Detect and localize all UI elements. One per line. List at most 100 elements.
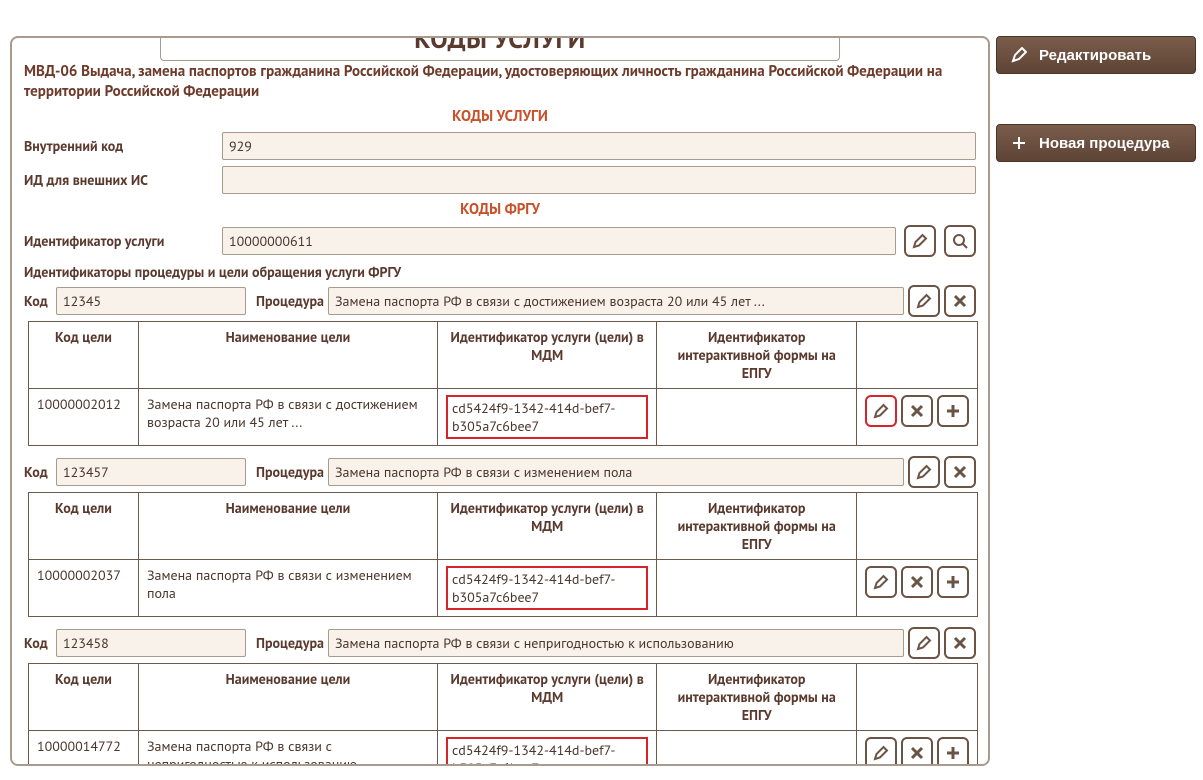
goal-edit-button[interactable] bbox=[865, 737, 897, 767]
close-icon bbox=[909, 403, 925, 419]
proc-delete-button[interactable] bbox=[944, 285, 976, 317]
service-codes-panel: КОДЫ УСЛУГИ МВД-06 Выдача, замена паспор… bbox=[10, 36, 990, 766]
goal-add-button[interactable] bbox=[937, 566, 969, 598]
section-codes-header: КОДЫ УСЛУГИ bbox=[24, 107, 976, 126]
proc-name-label: Процедура bbox=[256, 463, 324, 481]
proc-code-label: Код bbox=[24, 463, 52, 481]
th-actions bbox=[856, 321, 977, 388]
search-icon bbox=[952, 233, 968, 249]
proc-code-field[interactable]: 123457 bbox=[56, 458, 246, 486]
pencil-icon bbox=[916, 635, 932, 651]
proc-code-field[interactable]: 123458 bbox=[56, 629, 246, 657]
plus-icon bbox=[1009, 133, 1029, 153]
frgu-procedures-label: Идентификаторы процедуры и цели обращени… bbox=[24, 263, 976, 281]
goal-delete-button[interactable] bbox=[901, 737, 933, 767]
cell-mdm: cd5424f9-1342-414d-bef7-b305a7c6bee7 bbox=[437, 730, 656, 766]
cell-goal-name: Замена паспорта РФ в связи с изменением … bbox=[138, 559, 437, 616]
mdm-highlight: cd5424f9-1342-414d-bef7-b305a7c6bee7 bbox=[446, 566, 648, 610]
new-procedure-button-label: Новая процедура bbox=[1039, 135, 1170, 152]
proc-name-label: Процедура bbox=[256, 634, 324, 652]
th-mdm: Идентификатор услуги (цели) в МДМ bbox=[437, 663, 656, 730]
close-icon bbox=[909, 745, 925, 761]
pencil-icon bbox=[916, 464, 932, 480]
new-procedure-button[interactable]: Новая процедура bbox=[996, 124, 1196, 162]
th-actions bbox=[856, 663, 977, 730]
close-icon bbox=[952, 464, 968, 480]
cell-epgu bbox=[657, 559, 857, 616]
cell-epgu bbox=[657, 388, 857, 445]
th-mdm: Идентификатор услуги (цели) в МДМ bbox=[437, 492, 656, 559]
pencil-icon bbox=[1009, 45, 1029, 65]
goal-edit-button[interactable] bbox=[865, 395, 897, 427]
proc-edit-button[interactable] bbox=[908, 627, 940, 659]
proc-name-field[interactable]: Замена паспорта РФ в связи с изменением … bbox=[328, 458, 904, 486]
close-icon bbox=[952, 635, 968, 651]
service-id-field[interactable]: 10000000611 bbox=[222, 227, 896, 255]
external-id-label: ИД для внешних ИС bbox=[24, 171, 214, 189]
service-subtitle: МВД-06 Выдача, замена паспортов граждани… bbox=[24, 62, 976, 103]
procedure-block: Код 12345 Процедура Замена паспорта РФ в… bbox=[24, 285, 976, 446]
proc-delete-button[interactable] bbox=[944, 456, 976, 488]
goals-table: Код цели Наименование цели Идентификатор… bbox=[28, 663, 978, 767]
table-row: 10000014772 Замена паспорта РФ в связи с… bbox=[29, 730, 978, 766]
th-goal-name: Наименование цели bbox=[138, 321, 437, 388]
pencil-icon bbox=[873, 745, 889, 761]
cell-goal-name: Замена паспорта РФ в связи с достижением… bbox=[138, 388, 437, 445]
table-row: 10000002012 Замена паспорта РФ в связи с… bbox=[29, 388, 978, 445]
cell-goal-code: 10000002012 bbox=[29, 388, 139, 445]
mdm-highlight: cd5424f9-1342-414d-bef7-b305a7c6bee7 bbox=[446, 395, 648, 439]
procedure-block: Код 123457 Процедура Замена паспорта РФ … bbox=[24, 456, 976, 617]
proc-name-field[interactable]: Замена паспорта РФ в связи с достижением… bbox=[328, 287, 904, 315]
plus-icon bbox=[945, 403, 961, 419]
proc-delete-button[interactable] bbox=[944, 627, 976, 659]
proc-code-field[interactable]: 12345 bbox=[56, 287, 246, 315]
goal-delete-button[interactable] bbox=[901, 395, 933, 427]
th-goal-code: Код цели bbox=[29, 663, 139, 730]
internal-code-field[interactable]: 929 bbox=[222, 132, 976, 160]
plus-icon bbox=[945, 745, 961, 761]
cell-mdm: cd5424f9-1342-414d-bef7-b305a7c6bee7 bbox=[437, 388, 656, 445]
th-goal-code: Код цели bbox=[29, 492, 139, 559]
proc-edit-button[interactable] bbox=[908, 285, 940, 317]
cell-goal-code: 10000002037 bbox=[29, 559, 139, 616]
th-epgu: Идентификатор интерактивной формы на ЕПГ… bbox=[657, 492, 857, 559]
proc-name-field[interactable]: Замена паспорта РФ в связи с непригоднос… bbox=[328, 629, 904, 657]
service-id-edit-button[interactable] bbox=[904, 225, 936, 257]
cell-actions bbox=[856, 559, 977, 616]
th-epgu: Идентификатор интерактивной формы на ЕПГ… bbox=[657, 321, 857, 388]
section-frgu-header: КОДЫ ФРГУ bbox=[24, 200, 976, 219]
pencil-icon bbox=[873, 574, 889, 590]
mdm-highlight: cd5424f9-1342-414d-bef7-b305a7c6bee7 bbox=[446, 737, 648, 767]
cell-epgu bbox=[657, 730, 857, 766]
cell-mdm: cd5424f9-1342-414d-bef7-b305a7c6bee7 bbox=[437, 559, 656, 616]
internal-code-label: Внутренний код bbox=[24, 137, 214, 155]
goal-edit-button[interactable] bbox=[865, 566, 897, 598]
proc-name-label: Процедура bbox=[256, 292, 324, 310]
close-icon bbox=[909, 574, 925, 590]
pencil-icon bbox=[916, 293, 932, 309]
proc-edit-button[interactable] bbox=[908, 456, 940, 488]
service-id-search-button[interactable] bbox=[944, 225, 976, 257]
procedure-block: Код 123458 Процедура Замена паспорта РФ … bbox=[24, 627, 976, 767]
th-actions bbox=[856, 492, 977, 559]
pencil-icon bbox=[873, 403, 889, 419]
th-mdm: Идентификатор услуги (цели) в МДМ bbox=[437, 321, 656, 388]
th-goal-name: Наименование цели bbox=[138, 663, 437, 730]
th-goal-code: Код цели bbox=[29, 321, 139, 388]
cell-actions bbox=[856, 730, 977, 766]
goals-table: Код цели Наименование цели Идентификатор… bbox=[28, 321, 978, 446]
goal-delete-button[interactable] bbox=[901, 566, 933, 598]
proc-code-label: Код bbox=[24, 634, 52, 652]
external-id-field[interactable] bbox=[222, 166, 976, 194]
edit-button-label: Редактировать bbox=[1039, 47, 1151, 64]
cell-goal-code: 10000014772 bbox=[29, 730, 139, 766]
th-epgu: Идентификатор интерактивной формы на ЕПГ… bbox=[657, 663, 857, 730]
close-icon bbox=[952, 293, 968, 309]
cell-actions bbox=[856, 388, 977, 445]
table-row: 10000002037 Замена паспорта РФ в связи с… bbox=[29, 559, 978, 616]
goal-add-button[interactable] bbox=[937, 395, 969, 427]
proc-code-label: Код bbox=[24, 292, 52, 310]
goal-add-button[interactable] bbox=[937, 737, 969, 767]
edit-button[interactable]: Редактировать bbox=[996, 36, 1196, 74]
cell-goal-name: Замена паспорта РФ в связи с непригоднос… bbox=[138, 730, 437, 766]
